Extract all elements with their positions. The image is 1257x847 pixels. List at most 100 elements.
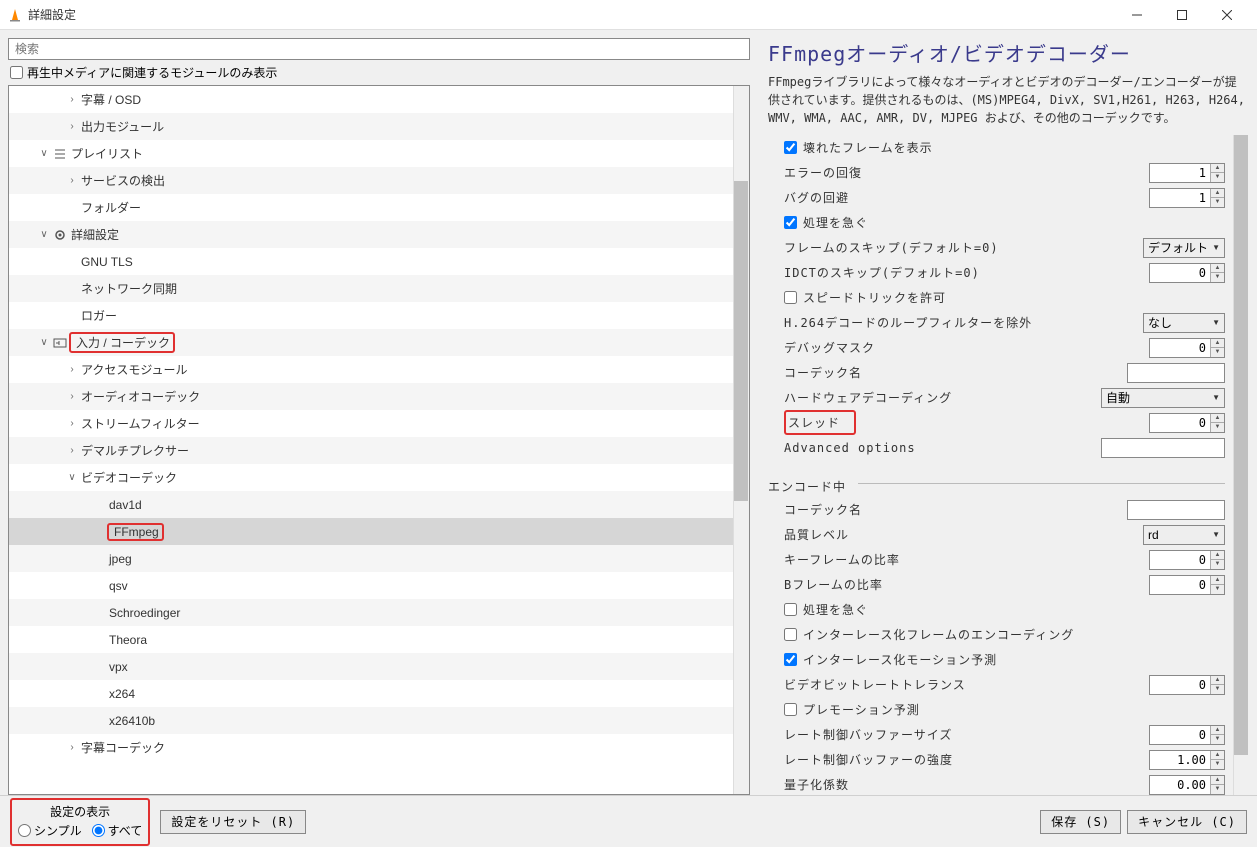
setting-checkbox[interactable]: 処理を急ぐ (784, 214, 1225, 231)
chevron-down-icon: ▼ (1212, 530, 1220, 539)
maximize-button[interactable] (1159, 0, 1204, 29)
text-input[interactable] (1127, 363, 1225, 383)
spin-input[interactable]: ▲▼ (1149, 263, 1225, 283)
spin-down-icon: ▼ (1211, 198, 1224, 207)
tree-scroll-thumb[interactable] (734, 181, 748, 501)
spin-down-icon: ▼ (1211, 560, 1224, 569)
save-button[interactable]: 保存 (S) (1040, 810, 1121, 834)
combo-box[interactable]: rd▼ (1143, 525, 1225, 545)
minimize-button[interactable] (1114, 0, 1159, 29)
setting-checkbox[interactable]: プレモーション予測 (784, 701, 1225, 718)
tree-label: ロガー (81, 307, 117, 324)
chevron-icon: › (65, 121, 79, 132)
text-input[interactable] (1101, 438, 1225, 458)
spin-input[interactable]: ▲▼ (1149, 750, 1225, 770)
tree-item[interactable]: ∨ビデオコーデック (9, 464, 749, 491)
setting-row: IDCTのスキップ(デフォルト=0)▲▼ (764, 260, 1249, 285)
tree-item[interactable]: x26410b (9, 707, 749, 734)
tree-item[interactable]: ›アクセスモジュール (9, 356, 749, 383)
setting-checkbox[interactable]: 壊れたフレームを表示 (784, 139, 1225, 156)
tree-item[interactable]: ›サービスの検出 (9, 167, 749, 194)
tree-item[interactable]: Theora (9, 626, 749, 653)
tree-item[interactable]: dav1d (9, 491, 749, 518)
right-scrollbar[interactable] (1233, 135, 1249, 795)
spin-input[interactable]: ▲▼ (1149, 575, 1225, 595)
tree-item[interactable]: ∨プレイリスト (9, 140, 749, 167)
tree-item[interactable]: ∨入力 / コーデック (9, 329, 749, 356)
spin-input[interactable]: ▲▼ (1149, 413, 1225, 433)
tree-item[interactable]: Schroedinger (9, 599, 749, 626)
tree-label: ネットワーク同期 (81, 280, 177, 297)
tree-item[interactable]: ›ストリームフィルター (9, 410, 749, 437)
text-input[interactable] (1127, 500, 1225, 520)
tree-label: ビデオコーデック (81, 469, 177, 486)
spin-input[interactable]: ▲▼ (1149, 163, 1225, 183)
combo-box[interactable]: デフォルト▼ (1143, 238, 1225, 258)
reset-button[interactable]: 設定をリセット (R) (160, 810, 306, 834)
filter-checkbox-row[interactable]: 再生中メディアに関連するモジュールのみ表示 (8, 64, 764, 81)
tree-label: qsv (109, 579, 128, 593)
setting-row: キーフレームの比率▲▼ (764, 547, 1249, 572)
footer: 設定の表示 シンプル すべて 設定をリセット (R) 保存 (S) キャンセル … (0, 795, 1257, 847)
right-scroll-thumb[interactable] (1234, 135, 1248, 755)
tree-item[interactable]: GNU TLS (9, 248, 749, 275)
filter-checkbox[interactable] (10, 66, 23, 79)
tree-item[interactable]: ›出力モジュール (9, 113, 749, 140)
chevron-icon: › (65, 94, 79, 105)
tree-item[interactable]: ロガー (9, 302, 749, 329)
tree-item[interactable]: vpx (9, 653, 749, 680)
setting-label: 品質レベル (784, 526, 1143, 543)
tree-label: Schroedinger (109, 606, 180, 620)
spin-up-icon: ▲ (1211, 776, 1224, 785)
tree-item[interactable]: フォルダー (9, 194, 749, 221)
tree-item[interactable]: ›デマルチプレクサー (9, 437, 749, 464)
tree-item[interactable]: FFmpeg (9, 518, 749, 545)
spin-input[interactable]: ▲▼ (1149, 725, 1225, 745)
combo-box[interactable]: なし▼ (1143, 313, 1225, 333)
chevron-icon: › (65, 445, 79, 456)
combo-box[interactable]: 自動▼ (1101, 388, 1225, 408)
tree-item[interactable]: ネットワーク同期 (9, 275, 749, 302)
setting-row: 処理を急ぐ (764, 210, 1249, 235)
spin-input[interactable]: ▲▼ (1149, 188, 1225, 208)
search-input[interactable] (8, 38, 750, 60)
spin-down-icon: ▼ (1211, 173, 1224, 182)
setting-checkbox[interactable]: インターレース化モーション予測 (784, 651, 1225, 668)
spin-up-icon: ▲ (1211, 189, 1224, 198)
tree-label: GNU TLS (81, 255, 133, 269)
tree-item[interactable]: ›字幕コーデック (9, 734, 749, 761)
spin-input[interactable]: ▲▼ (1149, 550, 1225, 570)
setting-label: デバッグマスク (784, 339, 1149, 356)
tree-item[interactable]: ∨詳細設定 (9, 221, 749, 248)
tree-label: FFmpeg (114, 525, 159, 539)
tree-label: アクセスモジュール (81, 361, 188, 378)
spin-input[interactable]: ▲▼ (1149, 775, 1225, 795)
spin-down-icon: ▼ (1211, 273, 1224, 282)
tree-item[interactable]: qsv (9, 572, 749, 599)
radio-all[interactable]: すべて (92, 822, 143, 839)
tree-item[interactable]: ›字幕 / OSD (9, 86, 749, 113)
tree-item[interactable]: jpeg (9, 545, 749, 572)
tree-item[interactable]: x264 (9, 680, 749, 707)
setting-row: H.264デコードのループフィルターを除外なし▼ (764, 310, 1249, 335)
tree-view[interactable]: ›字幕 / OSD›出力モジュール∨プレイリスト›サービスの検出フォルダー∨詳細… (8, 85, 750, 795)
setting-checkbox[interactable]: 処理を急ぐ (784, 601, 1225, 618)
filter-label: 再生中メディアに関連するモジュールのみ表示 (27, 64, 277, 81)
radio-simple[interactable]: シンプル (18, 822, 82, 839)
setting-label: レート制御バッファーの強度 (784, 751, 1149, 768)
setting-checkbox[interactable]: スピードトリックを許可 (784, 289, 1225, 306)
spin-input[interactable]: ▲▼ (1149, 338, 1225, 358)
setting-checkbox[interactable]: インターレース化フレームのエンコーディング (784, 626, 1225, 643)
setting-label: キーフレームの比率 (784, 551, 1149, 568)
spin-up-icon: ▲ (1211, 751, 1224, 760)
spin-input[interactable]: ▲▼ (1149, 675, 1225, 695)
tree-label: サービスの検出 (81, 172, 165, 189)
settings-scroll[interactable]: 壊れたフレームを表示エラーの回復▲▼バグの回避▲▼ 処理を急ぐフレームのスキップ… (764, 135, 1249, 795)
close-button[interactable] (1204, 0, 1249, 29)
tree-scrollbar[interactable] (733, 86, 749, 794)
tree-item[interactable]: ›オーディオコーデック (9, 383, 749, 410)
tree-label: 字幕コーデック (81, 739, 165, 756)
cancel-button[interactable]: キャンセル (C) (1127, 810, 1247, 834)
setting-row: 処理を急ぐ (764, 597, 1249, 622)
spin-up-icon: ▲ (1211, 576, 1224, 585)
